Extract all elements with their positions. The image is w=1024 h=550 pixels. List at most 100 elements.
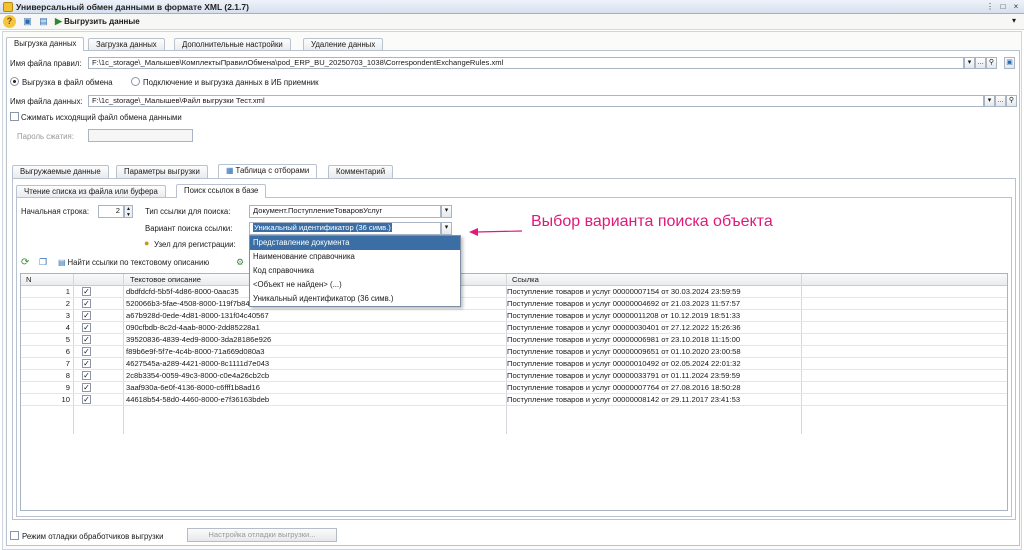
dropdown-item-uuid[interactable]: Уникальный идентификатор (36 симв.) (250, 292, 460, 306)
play-icon: ▶ (55, 16, 62, 26)
copy-icon[interactable]: ❐ (39, 257, 47, 268)
row-text: 44618b54-58d0-4460-8000-e7f36163bdeb (126, 395, 270, 404)
find-by-text-button[interactable]: ▤ Найти ссылки по текстовому описанию (58, 258, 209, 267)
refs-grid: N Текстовое описание Ссылка 1 ✓ dbdfdcfd-5… (20, 273, 1008, 511)
all-actions-button[interactable]: ▾ (1012, 16, 1016, 25)
tab-unload-label: Выгрузка данных (14, 39, 77, 48)
tab-load-label: Загрузка данных (96, 40, 157, 49)
row-text: a67b928d-0ede-4d81-8000-131f04c40567 (126, 311, 269, 320)
table-row[interactable]: 2 ✓ 520066b3-5fae-4508-8000-119f7b8446e9 По… (21, 298, 1007, 310)
tab-unloaded-data-label: Выгружаемые данные (20, 167, 101, 176)
debug-mode-checkbox[interactable] (10, 531, 19, 540)
row-text: 520066b3-5fae-4508-8000-119f7b8446e9 (126, 299, 267, 308)
data-file-dropdown-button[interactable]: ▾ (984, 95, 995, 107)
row-checkbox[interactable]: ✓ (82, 335, 91, 344)
start-row-spinner[interactable]: ▲ ▼ (124, 205, 133, 218)
row-checkbox[interactable]: ✓ (82, 359, 91, 368)
ref-type-dropdown-button[interactable]: ▾ (441, 205, 452, 218)
row-number: 2 (65, 299, 70, 308)
row-checkbox[interactable]: ✓ (82, 323, 91, 332)
rules-search-icon[interactable]: ⚲ (986, 57, 997, 69)
debug-mode-label: Режим отладки обработчиков выгрузки (22, 532, 164, 541)
data-file-select-button[interactable]: … (995, 95, 1006, 107)
row-checkbox[interactable]: ✓ (82, 311, 91, 320)
tab-unloaded-data[interactable]: Выгружаемые данные (12, 165, 109, 178)
debug-settings-button[interactable]: Настройка отладки выгрузки... (187, 528, 337, 542)
dropdown-item-catalog-name[interactable]: Наименование справочника (250, 250, 460, 264)
data-file-label: Имя файла данных: (10, 97, 83, 106)
table-row[interactable]: 8 ✓ 2c8b3354-0059-49c3-8000-c0e4a26cb2cb По… (21, 370, 1007, 382)
row-checkbox[interactable]: ✓ (82, 347, 91, 356)
node-label: Узел для регистрации: (154, 240, 236, 249)
table-row[interactable]: 5 ✓ 39520836-4839-4ed9-8000-3da28186e926 По… (21, 334, 1007, 346)
password-label: Пароль сжатия: (17, 132, 74, 141)
table-row[interactable]: 10 ✓ 44618b54-58d0-4460-8000-e7f36163bdeb П… (21, 394, 1007, 406)
col-n-header[interactable]: N (26, 274, 31, 285)
row-checkbox[interactable]: ✓ (82, 371, 91, 380)
variant-dropdown-button[interactable]: ▾ (441, 222, 452, 235)
load-settings-icon[interactable]: ▤ (37, 15, 50, 28)
data-file-input[interactable]: F:\1c_storage\_Малышев\Файл выгрузки Тес… (88, 95, 984, 107)
grid-header: N Текстовое описание Ссылка (21, 274, 1007, 286)
refresh-icon[interactable]: ⟳ (21, 257, 29, 268)
row-text: 3aaf930a-6e0f-4136-8000-c6fff1b8ad16 (126, 383, 260, 392)
rules-file-input[interactable]: F:\1c_storage\_Малышев\КомплектыПравилОб… (88, 57, 964, 69)
password-input[interactable] (88, 129, 193, 142)
radio-unload-to-file[interactable] (10, 77, 19, 86)
rules-select-button[interactable]: … (975, 57, 986, 69)
settings-icon[interactable]: ⚙ (236, 257, 244, 268)
data-file-search-icon[interactable]: ⚲ (1006, 95, 1017, 107)
maximize-button[interactable]: □ (997, 1, 1009, 12)
table-row[interactable]: 1 ✓ dbdfdcfd-5b5f-4d86-8000-0aac35 Поступле… (21, 286, 1007, 298)
row-checkbox[interactable]: ✓ (82, 299, 91, 308)
row-number: 9 (65, 383, 70, 392)
compress-label: Сжимать исходящий файл обмена данными (21, 113, 182, 122)
find-by-text-label: Найти ссылки по текстовому описанию (67, 258, 210, 267)
row-checkbox[interactable]: ✓ (82, 383, 91, 392)
table-row[interactable]: 4 ✓ 090cfbdb-8c2d-4aab-8000-2dd85228a1 Пост… (21, 322, 1007, 334)
start-row-input[interactable]: 2 (98, 205, 124, 218)
tab-unload-params[interactable]: Параметры выгрузки (116, 165, 208, 178)
help-icon[interactable]: ? (3, 15, 16, 28)
dropdown-item-doc-presentation[interactable]: Представление документа (250, 236, 460, 250)
row-ref: Поступление товаров и услуг 00000004692 … (507, 299, 741, 308)
row-number: 3 (65, 311, 70, 320)
compress-checkbox[interactable] (10, 112, 19, 121)
rules-dropdown-button[interactable]: ▾ (964, 57, 975, 69)
row-text: 090cfbdb-8c2d-4aab-8000-2dd85228a1 (126, 323, 260, 332)
variant-select[interactable]: Уникальный идентификатор (36 симв.) (249, 222, 441, 235)
tab-unload[interactable]: Выгрузка данных (6, 37, 85, 51)
tab-comment[interactable]: Комментарий (328, 165, 394, 178)
tab-search-refs[interactable]: Поиск ссылок в базе (176, 184, 267, 198)
rules-open-icon[interactable]: ▣ (1004, 57, 1015, 69)
row-ref: Поступление товаров и услуг 00000007764 … (507, 383, 741, 392)
tab-unload-params-label: Параметры выгрузки (124, 167, 200, 176)
row-ref: Поступление товаров и услуг 00000033791 … (507, 371, 741, 380)
dropdown-item-catalog-code[interactable]: Код справочника (250, 264, 460, 278)
window-menu-button[interactable]: ⋮ (984, 1, 996, 12)
unload-button[interactable]: ▶ Выгрузить данные (55, 15, 140, 28)
rules-file-label: Имя файла правил: (10, 59, 82, 68)
table-row[interactable]: 3 ✓ a67b928d-0ede-4d81-8000-131f04c40567 По… (21, 310, 1007, 322)
save-settings-icon[interactable]: ▣ (21, 15, 34, 28)
tab-read-list-label: Чтение списка из файла или буфера (24, 187, 158, 196)
dropdown-item-not-found[interactable]: <Объект не найден> (...) (250, 278, 460, 292)
col-ref-header[interactable]: Ссылка (512, 274, 539, 285)
col-text-header[interactable]: Текстовое описание (130, 274, 201, 285)
row-checkbox[interactable]: ✓ (82, 395, 91, 404)
table-row[interactable]: 6 ✓ f89b6e9f-5f7e-4c4b-8000-71a669d080a3 По… (21, 346, 1007, 358)
row-ref: Поступление товаров и услуг 00000006981 … (507, 335, 741, 344)
variant-select-value: Уникальный идентификатор (36 симв.) (253, 223, 392, 232)
row-number: 6 (65, 347, 70, 356)
tab-filter-table[interactable]: ▦ Таблица с отборами (218, 164, 318, 178)
table-row[interactable]: 7 ✓ 4627545a-a289-4421-8000-8c1111d7e043 По… (21, 358, 1007, 370)
ref-type-select[interactable]: Документ.ПоступлениеТоваровУслуг (249, 205, 441, 218)
find-icon: ▤ (58, 258, 66, 267)
row-text: 2c8b3354-0059-49c3-8000-c0e4a26cb2cb (126, 371, 270, 380)
radio-connect-and-unload[interactable] (131, 77, 140, 86)
close-button[interactable]: × (1010, 1, 1022, 12)
table-row[interactable]: 9 ✓ 3aaf930a-6e0f-4136-8000-c6fff1b8ad16 По… (21, 382, 1007, 394)
tab-search-refs-label: Поиск ссылок в базе (184, 186, 259, 195)
tab-filter-table-label: Таблица с отборами (235, 166, 310, 175)
row-checkbox[interactable]: ✓ (82, 287, 91, 296)
